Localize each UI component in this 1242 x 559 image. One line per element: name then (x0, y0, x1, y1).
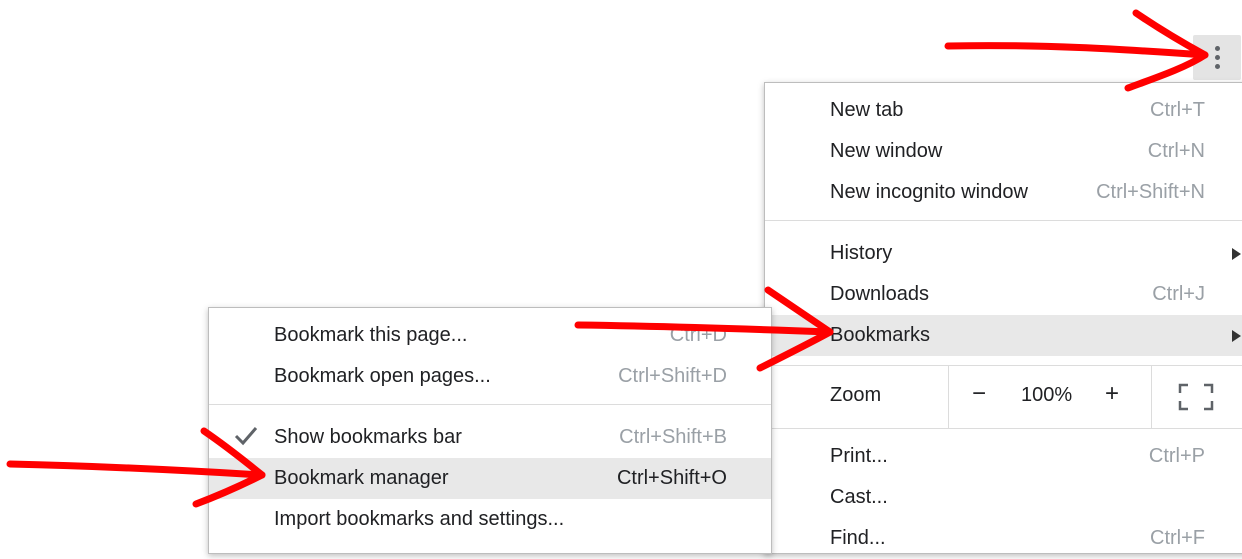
menu-item-label: Bookmarks (830, 324, 931, 346)
menu-separator (209, 404, 771, 405)
menu-item-find[interactable]: Find... Ctrl+F (765, 518, 1242, 559)
menu-item-label: Cast... (830, 486, 888, 508)
menu-item-cast[interactable]: Cast... (765, 477, 1242, 518)
more-vert-icon (1214, 46, 1220, 69)
menu-item-shortcut: Ctrl+P (1148, 445, 1205, 467)
menu-item-bookmarks[interactable]: Bookmarks (765, 315, 1242, 356)
menu-separator (765, 220, 1242, 221)
menu-item-shortcut: Ctrl+Shift+D (618, 365, 727, 387)
menu-item-new-incognito-window[interactable]: New incognito window Ctrl+Shift+N (765, 172, 1242, 213)
menu-item-label: New tab (830, 99, 904, 121)
zoom-row: Zoom − 100% + (765, 366, 1242, 428)
zoom-in-button[interactable]: + (1105, 380, 1119, 408)
menu-item-label: Print... (830, 445, 888, 467)
bookmarks-submenu: Bookmark this page... Ctrl+D Bookmark op… (208, 307, 772, 554)
menu-item-label: Bookmark this page... (274, 324, 468, 346)
menu-item-downloads[interactable]: Downloads Ctrl+J (765, 274, 1242, 315)
zoom-divider (1151, 366, 1152, 428)
zoom-out-button[interactable]: − (972, 380, 986, 408)
menu-item-bookmark-open-pages[interactable]: Bookmark open pages... Ctrl+Shift+D (209, 356, 771, 397)
menu-item-shortcut: Ctrl+Shift+N (1096, 181, 1205, 203)
chrome-menu-button[interactable] (1193, 35, 1241, 80)
menu-separator (765, 428, 1242, 429)
zoom-level: 100% (1021, 384, 1073, 406)
annotation-arrow-menu-button (944, 9, 1209, 92)
menu-item-bookmark-manager[interactable]: Bookmark manager Ctrl+Shift+O (209, 458, 771, 499)
menu-item-shortcut: Ctrl+D (669, 324, 727, 346)
menu-item-import-bookmarks[interactable]: Import bookmarks and settings... (209, 499, 771, 540)
menu-item-show-bookmarks-bar[interactable]: Show bookmarks bar Ctrl+Shift+B (209, 417, 771, 458)
menu-item-label: Bookmark manager (274, 467, 449, 489)
menu-item-new-window[interactable]: New window Ctrl+N (765, 131, 1242, 172)
menu-item-bookmark-this-page[interactable]: Bookmark this page... Ctrl+D (209, 315, 771, 356)
menu-item-label: New incognito window (830, 181, 1028, 203)
menu-item-label: History (830, 242, 893, 264)
menu-item-label: Bookmark open pages... (274, 365, 491, 387)
zoom-divider (948, 366, 949, 428)
chevron-right-icon (1232, 247, 1241, 260)
menu-item-label: Show bookmarks bar (274, 426, 462, 448)
menu-item-shortcut: Ctrl+T (1150, 99, 1205, 121)
menu-item-label: Import bookmarks and settings... (274, 508, 565, 530)
menu-item-history[interactable]: History (765, 233, 1242, 274)
menu-item-label: New window (830, 140, 943, 162)
checkmark-icon (234, 427, 258, 446)
chrome-main-menu: New tab Ctrl+T New window Ctrl+N New inc… (764, 82, 1242, 554)
menu-item-shortcut: Ctrl+Shift+O (616, 467, 727, 489)
menu-item-shortcut: Ctrl+Shift+B (619, 426, 727, 448)
fullscreen-icon[interactable] (1178, 383, 1214, 411)
menu-item-shortcut: Ctrl+J (1152, 283, 1205, 305)
chevron-right-icon (1232, 329, 1241, 342)
menu-item-shortcut: Ctrl+N (1147, 140, 1205, 162)
menu-item-label: Downloads (830, 283, 929, 305)
menu-item-print[interactable]: Print... Ctrl+P (765, 436, 1242, 477)
zoom-label: Zoom (830, 384, 882, 406)
menu-item-new-tab[interactable]: New tab Ctrl+T (765, 90, 1242, 131)
